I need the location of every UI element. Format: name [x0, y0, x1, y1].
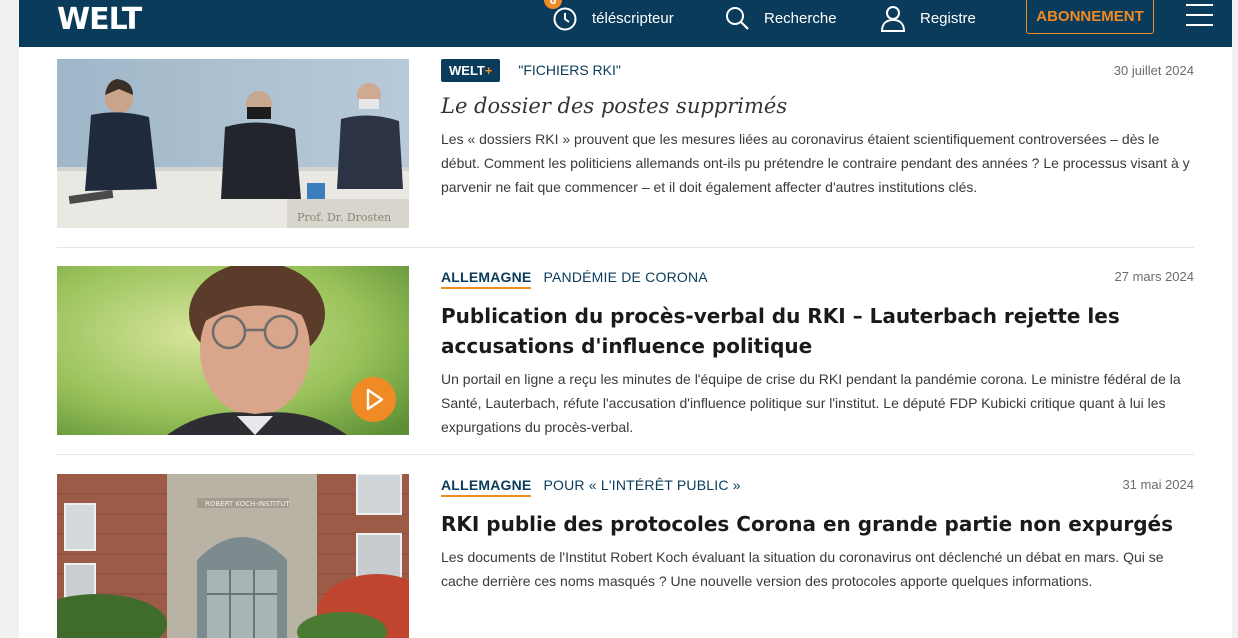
article-kicker-1[interactable]: "FICHIERS RKI"	[518, 62, 621, 78]
article-date-2: 27 mars 2024	[1114, 269, 1195, 284]
press-conference-photo: Prof. Dr. Drosten	[57, 59, 409, 228]
article-headline-1[interactable]: Le dossier des postes supprimés	[441, 91, 1194, 121]
welt-plus-badge: WELT+	[441, 59, 501, 82]
svg-text:Prof. Dr. Drosten: Prof. Dr. Drosten	[297, 211, 391, 224]
article-image-1[interactable]: Prof. Dr. Drosten	[57, 59, 409, 228]
search-label: Recherche	[764, 9, 837, 27]
article-card-1[interactable]: Prof. Dr. Drosten WELT+ "FICHIERS RKI" 3…	[57, 59, 1194, 229]
svg-text:ROBERT KOCH-INSTITUT: ROBERT KOCH-INSTITUT	[205, 500, 290, 508]
article-teaser-3[interactable]: Les documents de l'Institut Robert Koch …	[441, 545, 1194, 593]
page-frame-right	[1232, 0, 1238, 638]
register-label: Registre	[920, 9, 976, 27]
article-card-3[interactable]: ROBERT KOCH-INSTITUT ALLEMAGNE POUR « L'I…	[57, 474, 1194, 638]
page-frame-left	[0, 0, 19, 638]
user-icon	[880, 6, 906, 32]
article-divider	[57, 454, 1194, 455]
article-content-2: ALLEMAGNE PANDÉMIE DE CORONA 27 mars 2024…	[441, 269, 1194, 439]
article-headline-2[interactable]: Publication du procès-verbal du RKI – La…	[441, 301, 1194, 361]
subscribe-button[interactable]: ABONNEMENT	[1026, 0, 1154, 34]
clock-icon	[553, 7, 577, 31]
menu-icon[interactable]	[1186, 4, 1213, 26]
article-content-1: WELT+ "FICHIERS RKI" 30 juillet 2024 Le …	[441, 59, 1194, 199]
article-content-3: ALLEMAGNE POUR « L'INTÉRÊT PUBLIC » 31 ma…	[441, 477, 1194, 593]
play-icon	[366, 388, 384, 411]
article-kicker-2[interactable]: ALLEMAGNE	[441, 269, 532, 289]
article-date-3: 31 mai 2024	[1122, 477, 1194, 492]
rki-building-photo: ROBERT KOCH-INSTITUT	[57, 474, 409, 638]
article-kicker-3[interactable]: ALLEMAGNE	[441, 477, 532, 497]
article-teaser-2[interactable]: Un portail en ligne a reçu les minutes d…	[441, 367, 1194, 439]
article-topic-2[interactable]: PANDÉMIE DE CORONA	[543, 269, 707, 285]
article-meta-2: ALLEMAGNE PANDÉMIE DE CORONA 27 mars 2024	[441, 269, 1194, 295]
article-image-2[interactable]	[57, 266, 409, 435]
article-card-2[interactable]: ALLEMAGNE PANDÉMIE DE CORONA 27 mars 2024…	[57, 266, 1194, 436]
article-teaser-1[interactable]: Les « dossiers RKI » prouvent que les me…	[441, 127, 1194, 199]
register-link[interactable]: Registre	[880, 0, 976, 36]
article-divider	[57, 247, 1194, 248]
ticker-label: téléscripteur	[592, 9, 674, 27]
article-date-1: 30 juillet 2024	[1113, 63, 1194, 78]
article-meta-1: WELT+ "FICHIERS RKI" 30 juillet 2024	[441, 59, 1194, 85]
article-topic-3[interactable]: POUR « L'INTÉRÊT PUBLIC »	[543, 477, 740, 493]
welt-logo[interactable]: WELT	[57, 2, 142, 37]
ticker-link[interactable]: téléscripteur	[552, 0, 674, 36]
article-image-3[interactable]: ROBERT KOCH-INSTITUT	[57, 474, 409, 638]
site-header: WELT téléscripteur 6 Recherche Registre …	[19, 0, 1232, 47]
search-link[interactable]: Recherche	[724, 0, 837, 36]
video-play-button[interactable]	[351, 377, 396, 422]
article-headline-3[interactable]: RKI publie des protocoles Corona en gran…	[441, 509, 1194, 539]
search-icon	[726, 7, 749, 30]
article-meta-3: ALLEMAGNE POUR « L'INTÉRÊT PUBLIC » 31 ma…	[441, 477, 1194, 503]
